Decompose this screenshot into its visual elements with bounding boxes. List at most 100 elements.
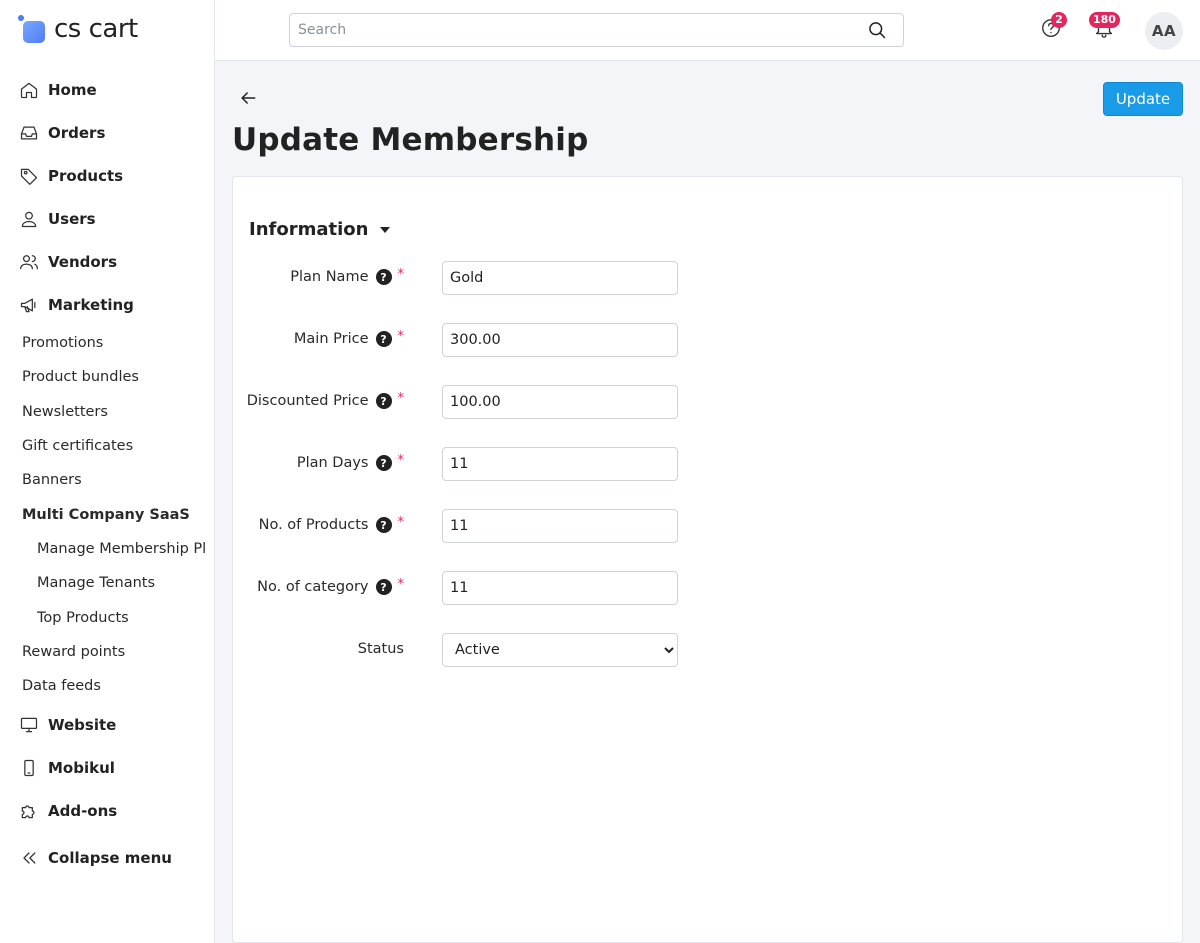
required-asterisk: * [397, 452, 405, 468]
sidebar-item-marketing[interactable]: Marketing [0, 283, 215, 326]
form-row-main-price: Main Price? * [233, 323, 693, 357]
help-badge: 2 [1051, 12, 1067, 28]
users-icon [18, 251, 40, 273]
sidebar-item-vendors[interactable]: Vendors [0, 240, 215, 283]
discounted-price-input[interactable] [442, 385, 678, 419]
help-icon[interactable]: ? [375, 455, 392, 471]
collapse-menu-label: Collapse menu [48, 848, 172, 867]
search-input[interactable] [290, 14, 850, 46]
collapse-menu-button[interactable]: Collapse menu [0, 836, 215, 879]
label-text: Status [357, 641, 404, 657]
field-label: Discounted Price? * [246, 390, 405, 409]
avatar[interactable]: AA [1145, 12, 1183, 50]
sidebar-sub-manage-tenants[interactable]: Manage Tenants [0, 566, 205, 600]
sidebar-sub-top-products[interactable]: Top Products [0, 600, 205, 634]
no-of-products-input[interactable] [442, 509, 678, 543]
no-of-category-input[interactable] [442, 571, 678, 605]
caret-down-icon [380, 226, 391, 233]
form-row-no-of-category: No. of category? * [233, 571, 693, 605]
sidebar-sub-manage-membership-plans[interactable]: Manage Membership Plans [0, 532, 205, 566]
sidebar-item-users[interactable]: Users [0, 197, 215, 240]
puzzle-icon [18, 800, 40, 822]
sidebar-item-mobikul[interactable]: Mobikul [0, 746, 215, 789]
form-card: Information Plan Name? * Main Price? * Dis… [232, 176, 1183, 943]
field-label: Plan Name? * [290, 266, 405, 285]
section-title: Information [249, 219, 369, 240]
label-text: Main Price [293, 331, 369, 347]
field-label: Main Price? * [293, 328, 405, 347]
double-chevron-left-icon [18, 847, 40, 869]
required-asterisk: * [397, 576, 405, 592]
section-toggle-information[interactable]: Information [249, 219, 391, 240]
form-row-discounted-price: Discounted Price? * [233, 385, 693, 419]
help-icon[interactable]: ? [375, 331, 392, 347]
sidebar-sub-newsletters[interactable]: Newsletters [0, 395, 215, 429]
page-title: Update Membership [232, 122, 589, 158]
update-button[interactable]: Update [1103, 82, 1183, 116]
logo-text: cs cart [54, 14, 138, 44]
sidebar-item-label: Users [48, 209, 96, 228]
sidebar-item-label: Orders [48, 123, 106, 142]
form-row-no-of-products: No. of Products? * [233, 509, 693, 543]
search-box [289, 13, 904, 47]
sidebar-sub-multi-company-saas[interactable]: Multi Company SaaS [0, 497, 215, 531]
plan-days-input[interactable] [442, 447, 678, 481]
label-text: Plan Name [290, 269, 369, 285]
sidebar-sub-product-bundles[interactable]: Product bundles [0, 360, 215, 394]
sidebar-item-website[interactable]: Website [0, 703, 215, 746]
sidebar-item-label: Marketing [48, 295, 134, 314]
logo-mark-icon [18, 15, 46, 43]
sidebar-item-label: Home [48, 80, 97, 99]
phone-icon [18, 757, 40, 779]
help-icon[interactable]: ? [375, 517, 392, 533]
label-text: No. of Products [258, 517, 369, 533]
required-asterisk: * [397, 390, 405, 406]
help-button[interactable]: 2 [1040, 12, 1067, 43]
label-text: Plan Days [296, 455, 369, 471]
help-icon[interactable]: ? [375, 393, 392, 409]
sidebar: cs cart Home Orders Products Users Vendo… [0, 0, 215, 943]
sidebar-item-label: Add-ons [48, 801, 118, 820]
sidebar-item-label: Products [48, 166, 124, 185]
sidebar-item-orders[interactable]: Orders [0, 111, 215, 154]
sidebar-sub-promotions[interactable]: Promotions [0, 326, 215, 360]
main-price-input[interactable] [442, 323, 678, 357]
notifications-button[interactable]: 180 [1089, 12, 1120, 43]
user-icon [18, 208, 40, 230]
label-text: Discounted Price [246, 393, 369, 409]
home-icon [18, 79, 40, 101]
status-select[interactable]: Active [442, 633, 678, 667]
sidebar-item-label: Mobikul [48, 758, 115, 777]
form-row-plan-name: Plan Name? * [233, 261, 693, 295]
sidebar-sub-reward-points[interactable]: Reward points [0, 635, 215, 669]
help-icon[interactable]: ? [375, 269, 392, 285]
field-label: No. of category? * [257, 576, 405, 595]
monitor-icon [18, 714, 40, 736]
sidebar-item-add-ons[interactable]: Add-ons [0, 789, 215, 832]
form-row-plan-days: Plan Days? * [233, 447, 693, 481]
sidebar-nav: Home Orders Products Users Vendors Marke… [0, 68, 215, 879]
required-asterisk: * [397, 266, 405, 282]
sidebar-item-label: Vendors [48, 252, 118, 271]
sidebar-sub-banners[interactable]: Banners [0, 463, 215, 497]
help-icon[interactable]: ? [375, 579, 392, 595]
plan-name-input[interactable] [442, 261, 678, 295]
megaphone-icon [18, 294, 40, 316]
sidebar-sub-data-feeds[interactable]: Data feeds [0, 669, 215, 703]
field-label: No. of Products? * [258, 514, 405, 533]
search-icon[interactable] [867, 20, 887, 40]
form-row-status: Status Active [233, 633, 693, 667]
field-label: Status [358, 641, 404, 657]
notifications-badge: 180 [1089, 12, 1120, 28]
sidebar-sub-gift-certificates[interactable]: Gift certificates [0, 429, 215, 463]
label-text: No. of category [257, 579, 369, 595]
sidebar-item-home[interactable]: Home [0, 68, 215, 111]
sidebar-item-label: Website [48, 715, 117, 734]
arrow-left-icon [238, 92, 258, 112]
topbar: 2 180 AA [215, 0, 1200, 61]
sidebar-item-products[interactable]: Products [0, 154, 215, 197]
required-asterisk: * [397, 328, 405, 344]
required-asterisk: * [397, 514, 405, 530]
logo[interactable]: cs cart [18, 12, 138, 46]
back-button[interactable] [238, 88, 260, 110]
